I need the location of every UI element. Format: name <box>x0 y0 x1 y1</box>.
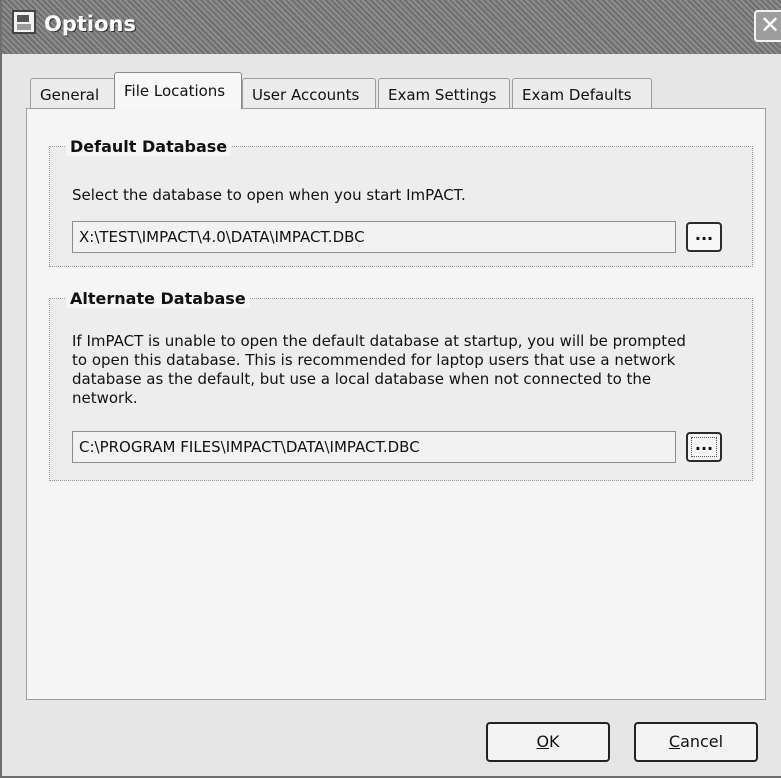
description-line: If ImPACT is unable to open the default … <box>72 332 686 350</box>
default-database-legend: Default Database <box>66 137 232 156</box>
options-dialog: Options ✕ General File Locations User Ac… <box>0 0 781 778</box>
tab-label: Exam Defaults <box>522 86 632 104</box>
description-line: network. <box>72 389 138 407</box>
tab-label: General <box>40 86 100 104</box>
tab-general[interactable]: General <box>30 78 116 108</box>
title-bar[interactable]: Options ✕ <box>2 0 781 54</box>
alternate-database-browse-button[interactable]: ... <box>686 432 722 462</box>
tab-label: File Locations <box>124 82 226 100</box>
cancel-label-rest: ancel <box>680 732 724 751</box>
cancel-button[interactable]: Cancel <box>634 722 758 762</box>
close-button[interactable]: ✕ <box>754 10 781 42</box>
tab-exam-settings[interactable]: Exam Settings <box>378 78 510 108</box>
ok-mnemonic: O <box>536 732 550 751</box>
default-database-browse-button[interactable]: ... <box>686 222 722 252</box>
description-line: to open this database. This is recommend… <box>72 351 676 369</box>
tab-label: Exam Settings <box>388 86 497 104</box>
window-title: Options <box>44 12 136 36</box>
close-icon: ✕ <box>760 11 781 39</box>
alternate-database-legend: Alternate Database <box>66 289 250 308</box>
alternate-database-path-field[interactable]: C:\PROGRAM FILES\IMPACT\DATA\IMPACT.DBC <box>72 431 676 463</box>
ok-label-rest: K <box>549 732 560 751</box>
options-app-icon <box>12 10 36 34</box>
cancel-mnemonic: C <box>668 732 681 751</box>
default-database-group: Default Database Select the database to … <box>49 137 753 267</box>
alternate-database-group: Alternate Database If ImPACT is unable t… <box>49 289 753 481</box>
tab-file-locations[interactable]: File Locations <box>114 72 242 109</box>
tab-user-accounts[interactable]: User Accounts <box>242 78 376 108</box>
ok-button[interactable]: OK <box>486 722 610 762</box>
tab-label: User Accounts <box>252 86 360 104</box>
file-locations-panel: Default Database Select the database to … <box>26 108 766 700</box>
default-database-description: Select the database to open when you sta… <box>72 186 466 204</box>
alternate-database-description: If ImPACT is unable to open the default … <box>72 332 686 408</box>
tab-exam-defaults[interactable]: Exam Defaults <box>512 78 652 108</box>
tab-strip: General File Locations User Accounts Exa… <box>30 72 690 110</box>
description-line: database as the default, but use a local… <box>72 370 652 388</box>
default-database-path-field[interactable]: X:\TEST\IMPACT\4.0\DATA\IMPACT.DBC <box>72 221 676 253</box>
